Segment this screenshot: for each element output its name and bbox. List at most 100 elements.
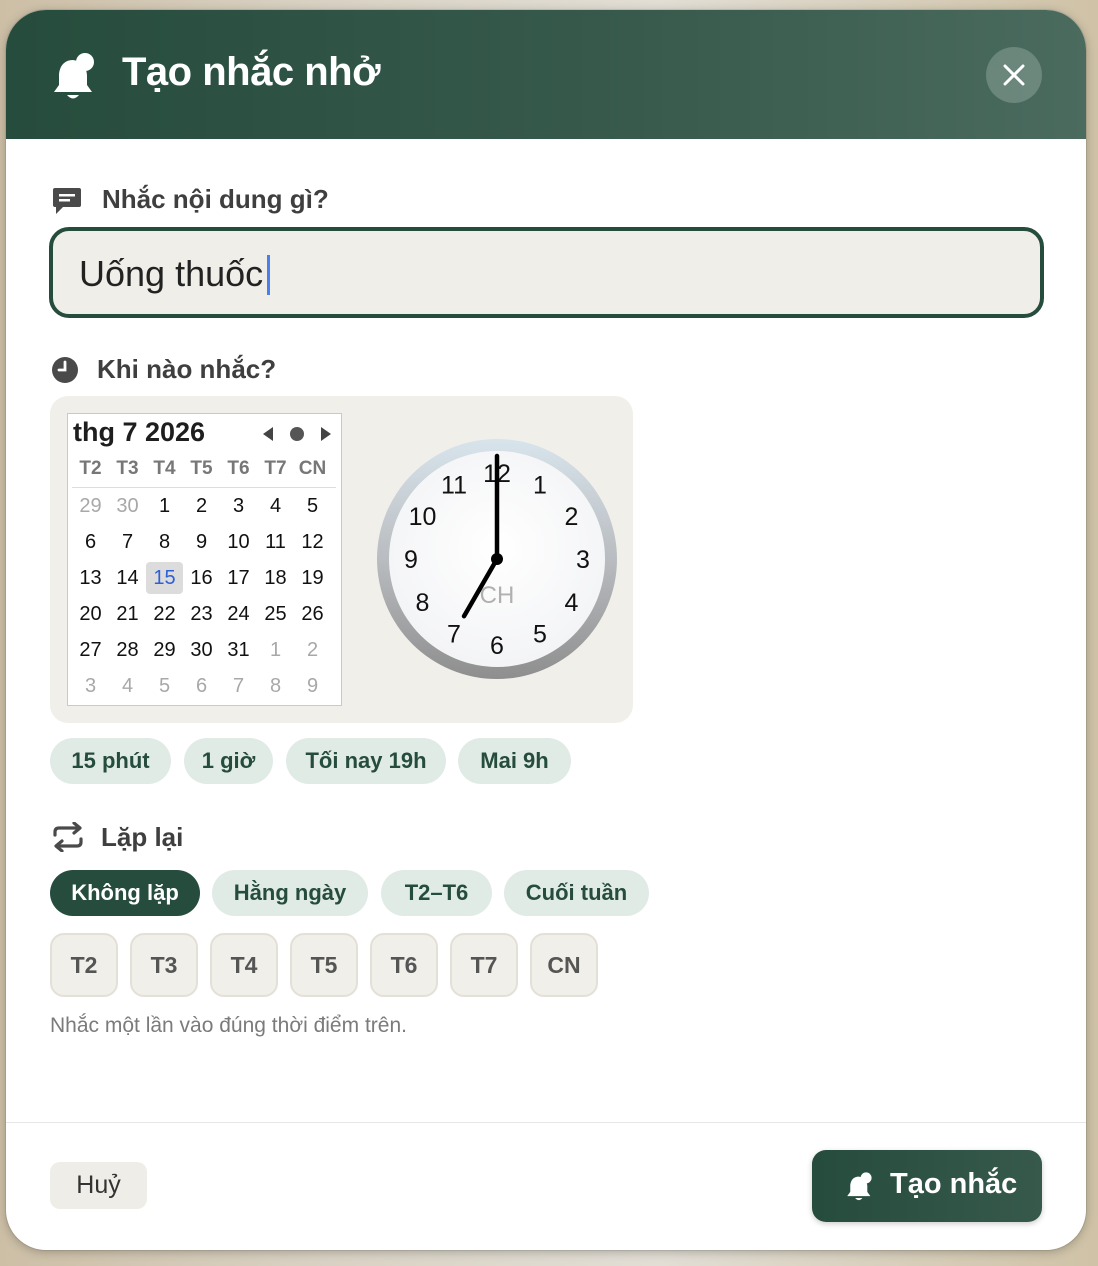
calendar-day[interactable]: 3 (220, 490, 257, 522)
clock-number: 8 (416, 589, 430, 617)
calendar-weekday-header-cell: CN (298, 458, 327, 479)
dialog-header: Tạo nhắc nhở (6, 10, 1086, 139)
calendar-day[interactable]: 29 (146, 634, 183, 666)
calendar-day[interactable]: 20 (72, 598, 109, 630)
calendar-day[interactable]: 27 (72, 634, 109, 666)
calendar-day[interactable]: 16 (183, 562, 220, 594)
clock-icon (52, 357, 78, 383)
today-dot-button[interactable] (290, 427, 304, 441)
clock-period-label: CH (480, 582, 515, 609)
weekday-toggle[interactable]: T7 (450, 933, 518, 997)
calendar-day[interactable]: 9 (294, 670, 331, 702)
calendar-day[interactable]: 28 (109, 634, 146, 666)
calendar-day[interactable]: 13 (72, 562, 109, 594)
calendar-day[interactable]: 6 (72, 526, 109, 558)
calendar-weekday-header-cell: T2 (79, 458, 102, 479)
quick-option-chip[interactable]: 15 phút (50, 738, 171, 784)
clock-number: 4 (565, 589, 579, 617)
reminder-dialog: Tạo nhắc nhở Nhắc nội dung gì? Uống thuố… (6, 10, 1086, 1250)
repeat-icon (53, 822, 83, 852)
calendar-day[interactable]: 21 (109, 598, 146, 630)
analog-clock[interactable]: 121234567891011 CH (376, 438, 618, 680)
calendar-day[interactable]: 23 (183, 598, 220, 630)
quick-option-chip[interactable]: Tối nay 19h (286, 738, 446, 784)
clock-center (491, 553, 503, 565)
repeat-label: Lặp lại (101, 822, 184, 852)
weekday-toggle[interactable]: CN (530, 933, 598, 997)
clock-number: 5 (533, 621, 547, 649)
calendar-day[interactable]: 26 (294, 598, 331, 630)
calendar-day[interactable]: 9 (183, 526, 220, 558)
calendar-day[interactable]: 10 (220, 526, 257, 558)
calendar-weekday-header: T2 T3 T4 T5 T6 T7 CN (72, 458, 336, 488)
weekday-toggle[interactable]: T4 (210, 933, 278, 997)
date-time-picker: thg 7 2026 T2 T3 T4 T5 T6 T7 CN 29 30 1 2 3 4 5 6 7 8 9 1… (50, 396, 633, 723)
create-reminder-label: Tạo nhắc (890, 1168, 1018, 1200)
calendar-day[interactable]: 7 (220, 670, 257, 702)
clock-number: 1 (533, 472, 547, 500)
calendar-day[interactable]: 30 (109, 490, 146, 522)
calendar-day[interactable]: 18 (257, 562, 294, 594)
calendar-day[interactable]: 30 (183, 634, 220, 666)
clock-number: 6 (490, 632, 504, 660)
calendar-day[interactable]: 4 (109, 670, 146, 702)
calendar-day[interactable]: 7 (109, 526, 146, 558)
next-month-arrow-icon[interactable] (319, 426, 333, 442)
reminder-content-value: Uống thuốc (79, 253, 264, 294)
quick-option-chip[interactable]: 1 giờ (184, 738, 273, 784)
calendar-day[interactable]: 8 (146, 526, 183, 558)
calendar-day[interactable]: 31 (220, 634, 257, 666)
reminder-content-input[interactable]: Uống thuốc (49, 227, 1044, 318)
calendar-day[interactable]: 29 (72, 490, 109, 522)
repeat-hint: Nhắc một lần vào đúng thời điểm trên. (50, 1014, 407, 1037)
calendar-day[interactable]: 6 (183, 670, 220, 702)
clock-number: 2 (565, 503, 579, 531)
calendar-day[interactable]: 17 (220, 562, 257, 594)
calendar-day[interactable]: 24 (220, 598, 257, 630)
calendar-day[interactable]: 4 (257, 490, 294, 522)
clock-number: 11 (441, 472, 467, 500)
weekday-toggle[interactable]: T2 (50, 933, 118, 997)
text-caret (267, 255, 270, 295)
clock-number: 9 (404, 546, 418, 574)
repeat-option-chip[interactable]: T2–T6 (381, 870, 492, 916)
calendar-weekday-header-cell: T4 (153, 458, 176, 479)
create-reminder-button[interactable]: Tạo nhắc (812, 1150, 1042, 1222)
calendar-day[interactable]: 8 (257, 670, 294, 702)
calendar-day[interactable]: 2 (183, 490, 220, 522)
when-label: Khi nào nhắc? (97, 354, 277, 384)
calendar-day[interactable]: 12 (294, 526, 331, 558)
clock-number: 7 (447, 621, 461, 649)
calendar-day[interactable]: 1 (257, 634, 294, 666)
repeat-option-chip[interactable]: Hằng ngày (212, 870, 368, 916)
repeat-option-chip[interactable]: Cuối tuần (504, 870, 649, 916)
calendar-weekday-header-cell: T3 (116, 458, 139, 479)
calendar-day[interactable]: 25 (257, 598, 294, 630)
calendar-day[interactable]: 5 (294, 490, 331, 522)
calendar-month-title: thg 7 2026 (73, 417, 206, 447)
message-icon (53, 188, 81, 214)
calendar-day[interactable]: 15 (146, 562, 183, 594)
footer-divider (6, 1122, 1086, 1123)
weekday-toggle[interactable]: T5 (290, 933, 358, 997)
weekday-toggle[interactable]: T3 (130, 933, 198, 997)
repeat-option-chip[interactable]: Không lặp (50, 870, 200, 916)
close-icon (1003, 64, 1025, 86)
calendar-day[interactable]: 5 (146, 670, 183, 702)
calendar-day[interactable]: 19 (294, 562, 331, 594)
clock-number: 10 (409, 503, 437, 531)
calendar-day[interactable]: 14 (109, 562, 146, 594)
previous-month-arrow-icon[interactable] (261, 426, 275, 442)
calendar-day[interactable]: 2 (294, 634, 331, 666)
quick-option-chip[interactable]: Mai 9h (458, 738, 571, 784)
calendar-day[interactable]: 11 (257, 526, 294, 558)
calendar-day[interactable]: 1 (146, 490, 183, 522)
bell-icon (54, 53, 94, 99)
cancel-button[interactable]: Huỷ (50, 1162, 147, 1209)
calendar-day[interactable]: 22 (146, 598, 183, 630)
close-button[interactable] (986, 47, 1042, 103)
calendar-day[interactable]: 3 (72, 670, 109, 702)
calendar-weekday-header-cell: T7 (264, 458, 287, 479)
calendar-weekday-header-cell: T6 (227, 458, 250, 479)
weekday-toggle[interactable]: T6 (370, 933, 438, 997)
